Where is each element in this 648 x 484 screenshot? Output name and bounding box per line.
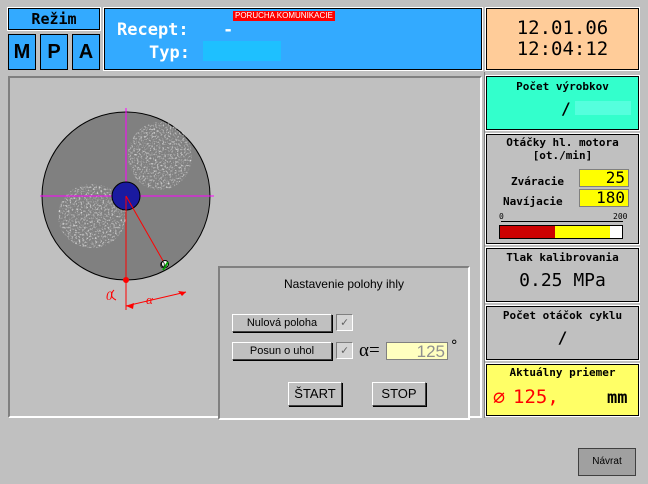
wind-speed-label: Navíjacie: [503, 195, 563, 208]
product-count-field: [575, 101, 631, 115]
degree-symbol: °: [450, 338, 459, 354]
product-count-title: Počet výrobkov: [516, 80, 609, 93]
zero-position-checkbox[interactable]: ✓: [336, 314, 353, 331]
communication-error-banner: PORUCHA KOMUNIKACIE: [233, 11, 335, 21]
recipe-label: Recept:: [117, 20, 189, 40]
dialog-title: Nastavenie polohy ihly: [283, 277, 405, 291]
angle-dimension-line: [125, 291, 187, 307]
zero-position-button[interactable]: Nulová poloha: [232, 314, 332, 332]
diameter-panel: Aktuálny priemer ∅ 125, mm: [485, 363, 640, 417]
type-label: Typ:: [149, 43, 190, 63]
weld-speed-value: 25: [579, 169, 629, 187]
type-field[interactable]: [203, 41, 281, 61]
shift-angle-checkbox[interactable]: ✓: [336, 342, 353, 359]
speed-bar-low-segment: [500, 226, 555, 238]
cycle-count-value: /: [557, 328, 568, 347]
diameter-value: 125,: [513, 386, 559, 408]
shift-angle-button[interactable]: Posun o uhol: [232, 342, 332, 360]
needle-label: 0: [160, 260, 165, 270]
scale-max-label: 200: [613, 212, 628, 221]
diameter-symbol: ∅: [493, 385, 506, 409]
motor-speed-unit: [ot./min]: [532, 149, 593, 162]
diameter-unit: mm: [607, 388, 628, 408]
pressure-title: Tlak kalibrovania: [506, 251, 619, 264]
weld-speed-label: Zváracie: [511, 175, 564, 188]
mode-manual-button[interactable]: M: [8, 34, 36, 70]
pressure-panel: Tlak kalibrovania 0.25 MPa: [485, 247, 640, 303]
stop-button[interactable]: STOP: [372, 382, 426, 406]
speed-bar: [499, 225, 623, 239]
motor-speed-title: Otáčky hl. motora: [506, 136, 619, 149]
time-text: 12:04:12: [516, 38, 609, 60]
back-button[interactable]: Návrat: [578, 448, 636, 476]
diameter-title: Aktuálny priemer: [509, 366, 616, 379]
recipe-value: -: [223, 20, 234, 40]
mode-auto-button[interactable]: A: [72, 34, 100, 70]
mode-title: Režim: [7, 7, 101, 31]
mode-semi-auto-button[interactable]: P: [40, 34, 68, 70]
date-text: 12.01.06: [516, 17, 609, 39]
needle-position-dialog: Nastavenie polohy ihly Nulová poloha ✓ P…: [218, 266, 470, 420]
cycle-count-title: Počet otáčok cyklu: [502, 309, 623, 322]
alpha-label: α=: [359, 340, 380, 361]
product-count-value: /: [561, 99, 571, 118]
datetime-display: 12.01.06 12:04:12: [485, 7, 640, 71]
alpha-angle-label: α: [146, 292, 154, 307]
wind-speed-value: 180: [579, 189, 629, 207]
recipe-panel: PORUCHA KOMUNIKACIE Recept: - Typ:: [103, 7, 483, 71]
speed-bar-high-segment: [555, 226, 610, 238]
product-count-panel: Počet výrobkov /: [485, 75, 640, 131]
pressure-value: 0.25 MPa: [519, 270, 606, 291]
angle-input[interactable]: 125: [386, 342, 448, 360]
start-button[interactable]: ŠTART: [288, 382, 342, 406]
cycle-count-panel: Počet otáčok cyklu /: [485, 305, 640, 361]
zero-angle-label: 0: [106, 288, 113, 303]
scale-min-label: 0: [499, 212, 504, 221]
motor-speed-panel: Otáčky hl. motora [ot./min] Zváracie 25 …: [485, 133, 640, 245]
